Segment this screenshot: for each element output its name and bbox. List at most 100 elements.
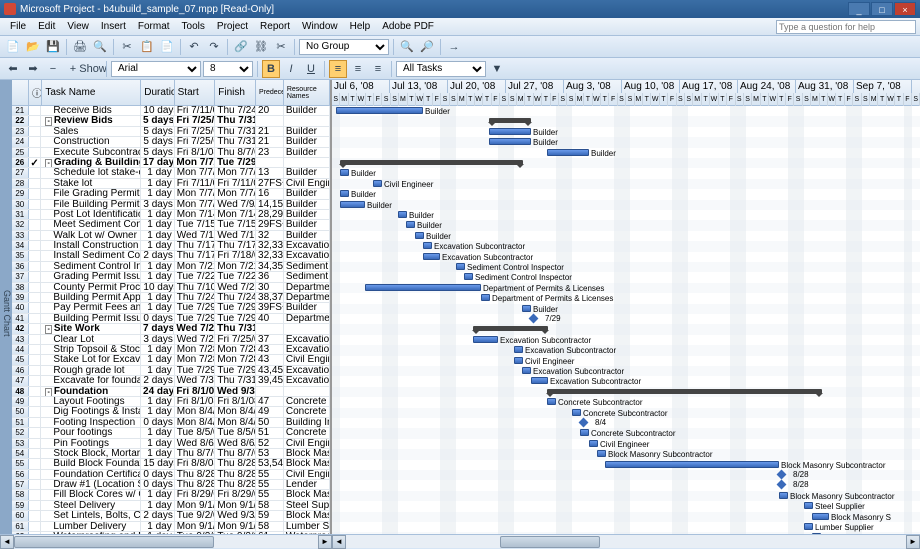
- duration-cell[interactable]: 2 days: [141, 511, 174, 520]
- row-number[interactable]: 51: [12, 418, 29, 427]
- table-row[interactable]: 26✓-Grading & Building Permits17 daysMon…: [12, 158, 330, 168]
- task-bar[interactable]: Builder: [340, 169, 349, 176]
- finish-cell[interactable]: Wed 9/3/08: [215, 511, 256, 520]
- task-bar[interactable]: Builder: [340, 201, 365, 208]
- row-number[interactable]: 40: [12, 303, 29, 312]
- row-number[interactable]: 45: [12, 355, 29, 364]
- gantt-row[interactable]: 7/29: [332, 314, 920, 324]
- outdent-icon[interactable]: ⬅: [4, 60, 22, 78]
- gantt-row[interactable]: Department of Permits & Licenses: [332, 283, 920, 293]
- duration-cell[interactable]: 1 day: [141, 490, 174, 499]
- resource-cell[interactable]: Sediment Co: [284, 272, 330, 281]
- task-bar[interactable]: Builder: [547, 149, 589, 156]
- finish-cell[interactable]: Wed 7/16/08: [215, 231, 256, 240]
- taskname-cell[interactable]: Pay Permit Fees and Excise Taxe: [41, 303, 141, 312]
- pred-cell[interactable]: 52: [256, 439, 284, 448]
- taskname-cell[interactable]: Pour footings: [41, 428, 141, 437]
- resource-cell[interactable]: Builder: [284, 127, 330, 136]
- pred-cell[interactable]: 53,54: [256, 459, 284, 468]
- row-number[interactable]: 58: [12, 490, 29, 499]
- menu-help[interactable]: Help: [344, 21, 377, 32]
- finish-cell[interactable]: Thu 7/24/08: [215, 293, 256, 302]
- resource-cell[interactable]: [284, 158, 330, 167]
- summary-bar[interactable]: [473, 326, 548, 331]
- duration-cell[interactable]: 5 days: [141, 116, 174, 125]
- task-bar[interactable]: Civil Engineer: [589, 440, 598, 447]
- task-bar[interactable]: Steel Supplier: [804, 502, 813, 509]
- finish-cell[interactable]: Mon 7/7/08: [215, 168, 256, 177]
- finish-cell[interactable]: Mon 8/4/08: [215, 418, 256, 427]
- gantt-row[interactable]: 8/28: [332, 480, 920, 490]
- pred-cell[interactable]: 21: [256, 137, 284, 146]
- pred-cell[interactable]: 50: [256, 418, 284, 427]
- start-cell[interactable]: Mon 7/28/08: [175, 355, 216, 364]
- split-icon[interactable]: ✂: [272, 38, 290, 56]
- resource-cell[interactable]: Department: [284, 314, 330, 323]
- table-row[interactable]: 36Sediment Control Insp.1 dayMon 7/21/08…: [12, 262, 330, 272]
- save-icon[interactable]: 💾: [44, 38, 62, 56]
- gantt-row[interactable]: [332, 116, 920, 126]
- pred-cell[interactable]: 28,29,30: [256, 210, 284, 219]
- row-number[interactable]: 23: [12, 127, 29, 136]
- pred-cell[interactable]: 53: [256, 449, 284, 458]
- start-cell[interactable]: Fri 8/29/08: [175, 490, 216, 499]
- taskname-cell[interactable]: Walk Lot w/ Owner: [41, 231, 141, 240]
- taskname-cell[interactable]: File Grading Permit Application: [41, 189, 141, 198]
- taskname-cell[interactable]: Clear Lot: [41, 335, 141, 344]
- taskname-cell[interactable]: Execute Subcontractor Agreeme: [41, 148, 141, 157]
- row-number[interactable]: 61: [12, 522, 29, 531]
- resource-cell[interactable]: Block Mason: [284, 490, 330, 499]
- summary-bar[interactable]: [340, 160, 523, 165]
- help-search-input[interactable]: [776, 20, 916, 34]
- row-number[interactable]: 49: [12, 397, 29, 406]
- duration-cell[interactable]: 17 days: [141, 158, 174, 167]
- milestone[interactable]: [579, 418, 589, 428]
- start-cell[interactable]: Tue 7/15/08: [175, 220, 216, 229]
- finish-cell[interactable]: Thu 8/7/08: [215, 449, 256, 458]
- start-cell[interactable]: Fri 7/25/08: [175, 137, 216, 146]
- resource-cell[interactable]: Block Mason: [284, 511, 330, 520]
- gantt-row[interactable]: Excavation Subcontractor: [332, 366, 920, 376]
- finish-cell[interactable]: Tue 7/29/08: [215, 366, 256, 375]
- taskname-cell[interactable]: Construction: [41, 137, 141, 146]
- gantt-row[interactable]: Excavation Subcontractor: [332, 252, 920, 262]
- duration-cell[interactable]: 3 days: [141, 200, 174, 209]
- finish-cell[interactable]: Mon 7/28/08: [215, 345, 256, 354]
- finish-cell[interactable]: Fri 7/25/08: [215, 335, 256, 344]
- row-number[interactable]: 37: [12, 272, 29, 281]
- pred-cell[interactable]: [256, 387, 284, 396]
- taskname-cell[interactable]: Building Permit Approved: [41, 293, 141, 302]
- table-row[interactable]: 29File Grading Permit Application1 dayMo…: [12, 189, 330, 199]
- menu-adobepdf[interactable]: Adobe PDF: [376, 21, 440, 32]
- table-row[interactable]: 56Foundation Certification0 daysThu 8/28…: [12, 470, 330, 480]
- col-indicator[interactable]: ⓘ: [29, 80, 42, 105]
- row-number[interactable]: 25: [12, 148, 29, 157]
- start-cell[interactable]: Fri 7/11/08: [175, 179, 216, 188]
- table-row[interactable]: 25Execute Subcontractor Agreeme5 daysFri…: [12, 148, 330, 158]
- start-cell[interactable]: Mon 7/7/08: [174, 158, 215, 167]
- duration-cell[interactable]: 1 day: [141, 231, 174, 240]
- table-row[interactable]: 28Stake lot1 dayFri 7/11/08Fri 7/11/0827…: [12, 179, 330, 189]
- duration-cell[interactable]: 1 day: [141, 407, 174, 416]
- col-resource[interactable]: Resource Names: [284, 80, 330, 105]
- resource-cell[interactable]: Builder: [284, 231, 330, 240]
- col-pred[interactable]: Predecessors: [256, 80, 284, 105]
- task-bar[interactable]: Builder: [340, 190, 349, 197]
- milestone[interactable]: [529, 314, 539, 324]
- start-cell[interactable]: Tue 7/22/08: [175, 272, 216, 281]
- col-start[interactable]: Start: [175, 80, 216, 105]
- duration-cell[interactable]: 1 day: [141, 501, 174, 510]
- pred-cell[interactable]: 55: [256, 490, 284, 499]
- row-number[interactable]: 35: [12, 251, 29, 260]
- start-cell[interactable]: Fri 7/11/08: [175, 106, 216, 115]
- finish-cell[interactable]: Fri 7/18/08: [215, 251, 256, 260]
- gantt-row[interactable]: Builder: [332, 148, 920, 158]
- link-icon[interactable]: 🔗: [232, 38, 250, 56]
- task-bar[interactable]: Block Masonry Subcontractor: [605, 461, 779, 468]
- table-row[interactable]: 21Receive Bids10 daysFri 7/11/08Thu 7/24…: [12, 106, 330, 116]
- finish-cell[interactable]: Thu 8/28/08: [215, 470, 256, 479]
- row-number[interactable]: 59: [12, 501, 29, 510]
- pred-cell[interactable]: [256, 324, 284, 333]
- maximize-button[interactable]: □: [871, 2, 893, 16]
- row-number[interactable]: 29: [12, 189, 29, 198]
